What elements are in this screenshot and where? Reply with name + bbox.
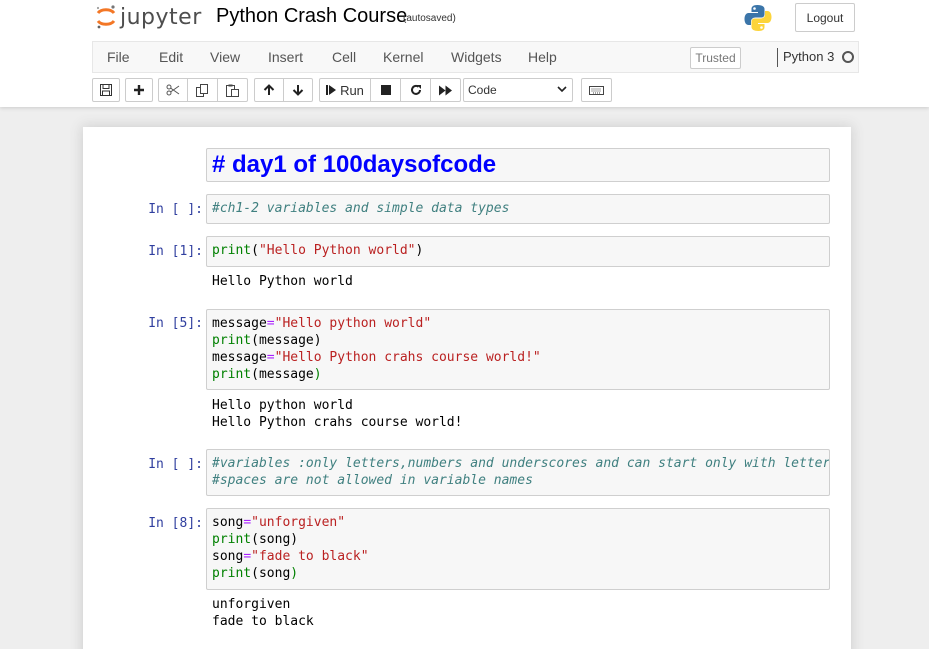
menu-help[interactable]: Help (528, 49, 557, 65)
paste-button[interactable] (217, 78, 248, 102)
kernel-separator (777, 48, 778, 67)
input-prompt: In [5]: (148, 316, 203, 331)
output-line: Hello python world (212, 398, 353, 413)
notebook-header: jupyter Python Crash Course (autosaved) … (0, 0, 929, 107)
step-forward-icon (326, 85, 337, 95)
trusted-indicator[interactable]: Trusted (690, 47, 741, 69)
move-down-button[interactable] (283, 78, 313, 102)
notebook-container: # day1 of 100daysofcode In [ ]: #ch1-2 v… (83, 127, 851, 649)
cell-output: unforgiven fade to black (212, 596, 314, 630)
markdown-cell[interactable]: # day1 of 100daysofcode (206, 148, 830, 182)
code-line: #spaces are not allowed in variable name… (212, 473, 533, 488)
restart-kernel-button[interactable] (400, 78, 431, 102)
run-label: Run (340, 82, 364, 98)
markdown-heading: # day1 of 100daysofcode (212, 151, 497, 178)
restart-run-all-button[interactable] (430, 78, 461, 102)
cell-type-value: Code (468, 83, 497, 97)
menu-view[interactable]: View (210, 49, 240, 65)
chevron-down-icon (557, 86, 567, 93)
python-logo-icon (743, 3, 773, 38)
code-line: #ch1-2 variables and simple data types (212, 201, 510, 216)
menu-file[interactable]: File (107, 49, 130, 65)
save-icon (100, 84, 112, 96)
output-line: unforgiven (212, 597, 291, 612)
jupyter-logo-icon (96, 5, 116, 29)
autosave-status: (autosaved) (403, 13, 456, 24)
menu-widgets[interactable]: Widgets (451, 49, 502, 65)
menu-bar: File Edit View Insert Cell Kernel Widget… (92, 41, 859, 73)
output-line: fade to black (212, 614, 314, 629)
run-button[interactable]: Run (319, 78, 371, 102)
paste-icon (226, 84, 239, 97)
move-up-button[interactable] (254, 78, 284, 102)
logout-button[interactable]: Logout (795, 3, 855, 32)
interrupt-kernel-button[interactable] (370, 78, 401, 102)
code-cell-input[interactable]: message="Hello python world" print(messag… (206, 309, 830, 390)
input-prompt: In [ ]: (148, 202, 203, 217)
output-line: Hello Python world (212, 274, 353, 289)
stop-icon (380, 85, 391, 95)
output-line: Hello Python crahs course world! (212, 415, 463, 430)
kernel-idle-icon (842, 51, 854, 63)
copy-button[interactable] (187, 78, 218, 102)
menu-edit[interactable]: Edit (159, 49, 183, 65)
cell-output: Hello Python world (212, 273, 353, 290)
command-palette-button[interactable] (581, 78, 612, 102)
copy-icon (196, 83, 208, 97)
cell-output: Hello python world Hello Python crahs cou… (212, 397, 462, 431)
restart-icon (410, 84, 421, 95)
input-prompt: In [8]: (148, 516, 203, 531)
arrow-down-icon (292, 85, 304, 96)
jupyter-logo[interactable]: jupyter (95, 3, 202, 31)
save-button[interactable] (92, 78, 120, 102)
menu-kernel[interactable]: Kernel (383, 49, 423, 65)
cut-button[interactable] (158, 78, 188, 102)
input-prompt: In [ ]: (148, 457, 203, 472)
menu-insert[interactable]: Insert (268, 49, 303, 65)
code-cell-input[interactable]: print("Hello Python world") (206, 236, 830, 267)
scissors-icon (166, 84, 180, 96)
notebook-title[interactable]: Python Crash Course (216, 5, 407, 28)
arrow-up-icon (263, 84, 275, 95)
fast-forward-icon (439, 85, 452, 95)
keyboard-icon (589, 85, 604, 95)
plus-icon (134, 85, 144, 95)
kernel-name[interactable]: Python 3 (783, 49, 834, 64)
input-prompt: In [1]: (148, 244, 203, 259)
menu-cell[interactable]: Cell (332, 49, 356, 65)
insert-cell-button[interactable] (125, 78, 153, 102)
code-line: #variables :only letters,numbers and und… (212, 456, 830, 471)
code-cell-input[interactable]: #variables :only letters,numbers and und… (206, 449, 830, 496)
code-cell-input[interactable]: song="unforgiven" print(song) song="fade t… (206, 508, 830, 590)
cell-type-select[interactable]: Code (463, 78, 573, 102)
jupyter-logo-text: jupyter (120, 4, 202, 30)
code-cell-input[interactable]: #ch1-2 variables and simple data types (206, 194, 830, 224)
